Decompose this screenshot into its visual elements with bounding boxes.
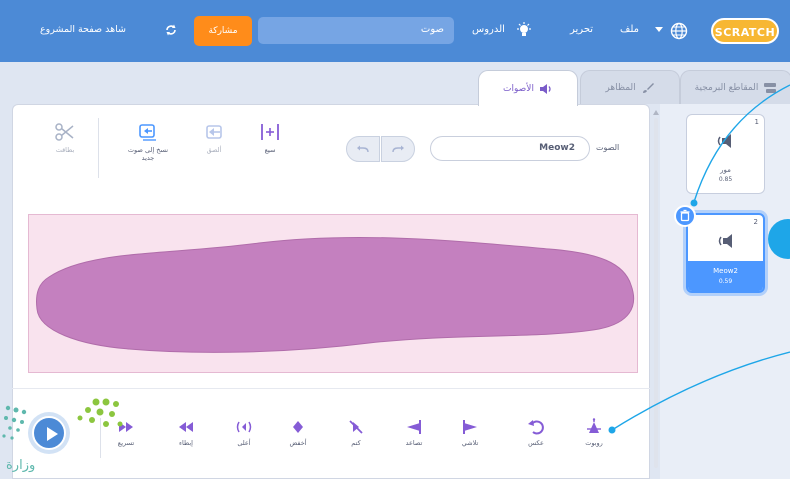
menu-bar: SCRATCH ملف تحرير الدروس صوت مشاركة شاهد…: [0, 0, 790, 62]
project-title-input[interactable]: صوت: [258, 17, 454, 44]
effect-fade-out[interactable]: تلاشي: [442, 418, 498, 447]
effect-robot[interactable]: روبوت: [566, 418, 622, 447]
paintbrush-icon: [642, 82, 654, 93]
tab-costumes[interactable]: المظاهر: [580, 70, 680, 104]
scratch-logo[interactable]: SCRATCH: [711, 18, 779, 44]
sound-item-duration: 0.59: [718, 278, 733, 285]
effects-divider: [12, 388, 650, 389]
selected-card-footer: [688, 261, 763, 291]
undo-button[interactable]: [346, 136, 380, 162]
sound-name-input[interactable]: Meow2: [430, 136, 590, 161]
trim-label: سيع: [264, 146, 276, 154]
tab-costumes-label: المظاهر: [605, 82, 636, 93]
louder-icon: [236, 421, 252, 433]
undo-icon: [357, 145, 369, 153]
waveform: [36, 236, 635, 353]
faster-icon: [119, 422, 133, 432]
file-menu[interactable]: ملف: [620, 24, 639, 35]
tutorials-menu[interactable]: الدروس: [472, 24, 505, 35]
code-blocks-icon: [764, 82, 777, 93]
waveform-area[interactable]: [28, 214, 638, 373]
trim-icon: [261, 124, 279, 140]
mute-icon: [349, 420, 363, 434]
fade-out-icon: [463, 420, 477, 434]
trim-tool[interactable]: سيع: [252, 122, 288, 154]
effect-softer[interactable]: أخفض: [270, 418, 326, 447]
speaker-icon: [718, 234, 732, 248]
softer-icon: [293, 421, 303, 433]
sound-item-duration: 0.85: [718, 176, 733, 183]
effect-label: تصاعد: [405, 439, 423, 447]
tab-code-label: المقاطع البرمجية: [694, 82, 759, 93]
tool-separator: [98, 118, 99, 178]
speaker-icon: [539, 83, 551, 94]
scissors-icon: [55, 123, 74, 141]
effect-label: تلاشي: [461, 439, 479, 447]
tab-sounds-label: الأصوات: [503, 83, 534, 94]
trash-icon: [680, 209, 690, 222]
copy-to-new-icon: [139, 124, 156, 141]
effect-label: أعلى: [237, 439, 251, 447]
sound-item-number: 1: [754, 118, 759, 126]
effect-label: أخفض: [289, 439, 307, 447]
effect-faster[interactable]: تسريع: [98, 418, 154, 447]
delete-sound-button[interactable]: [674, 205, 696, 227]
robot-icon: [587, 418, 601, 433]
paste-tool: ألصق: [196, 122, 232, 154]
paste-icon: [206, 125, 222, 139]
effect-louder[interactable]: أعلى: [216, 418, 272, 447]
sound-item-name: مور: [720, 166, 731, 174]
sound-name-label: الصوت: [596, 143, 620, 152]
effect-label: تسريع: [117, 439, 135, 447]
watermark-text: وزارة: [6, 458, 36, 473]
delete-tool: بطاقت: [50, 122, 80, 154]
see-project-page-icon[interactable]: [164, 23, 178, 37]
effect-mute[interactable]: كتم: [328, 418, 384, 447]
reverse-icon: [528, 420, 544, 435]
language-dropdown-icon[interactable]: [655, 27, 663, 32]
effect-label: كتم: [351, 439, 361, 447]
sound-item-2[interactable]: 2 Meow2 0.59: [686, 213, 765, 293]
see-project-page-link[interactable]: شاهد صفحة المشروع: [40, 24, 126, 35]
scroll-up-icon[interactable]: [653, 110, 659, 115]
edit-menu[interactable]: تحرير: [570, 24, 593, 35]
sound-item-name: Meow2: [713, 267, 738, 275]
fade-in-icon: [407, 420, 421, 434]
effect-reverse[interactable]: عكس: [508, 418, 564, 447]
language-globe-icon[interactable]: [670, 22, 688, 40]
speaker-icon: [717, 134, 731, 148]
effect-fade-in[interactable]: تصاعد: [386, 418, 442, 447]
tab-code[interactable]: المقاطع البرمجية: [680, 70, 790, 104]
sound-item-1[interactable]: 1 مور 0.85: [686, 114, 765, 194]
editor-scrollbar[interactable]: [652, 108, 660, 476]
tutorials-lightbulb-icon[interactable]: [516, 22, 532, 38]
share-button[interactable]: مشاركة: [194, 16, 252, 46]
redo-button[interactable]: [381, 136, 415, 162]
effect-slower[interactable]: إبطاء: [158, 418, 214, 447]
effect-label: روبوت: [585, 439, 603, 447]
effect-label: عكس: [528, 439, 544, 447]
sound-item-number: 2: [753, 218, 758, 226]
effect-label: إبطاء: [179, 439, 193, 447]
tab-sounds[interactable]: الأصوات: [478, 70, 578, 106]
redo-icon: [392, 145, 404, 153]
copy-to-new-tool[interactable]: نسخ إلى صوت جديد: [122, 122, 174, 162]
delete-label: بطاقت: [55, 146, 75, 154]
copy-to-new-label: نسخ إلى صوت جديد: [127, 146, 169, 162]
play-sound-button[interactable]: [32, 416, 66, 450]
paste-label: ألصق: [206, 146, 222, 154]
slower-icon: [179, 422, 193, 432]
